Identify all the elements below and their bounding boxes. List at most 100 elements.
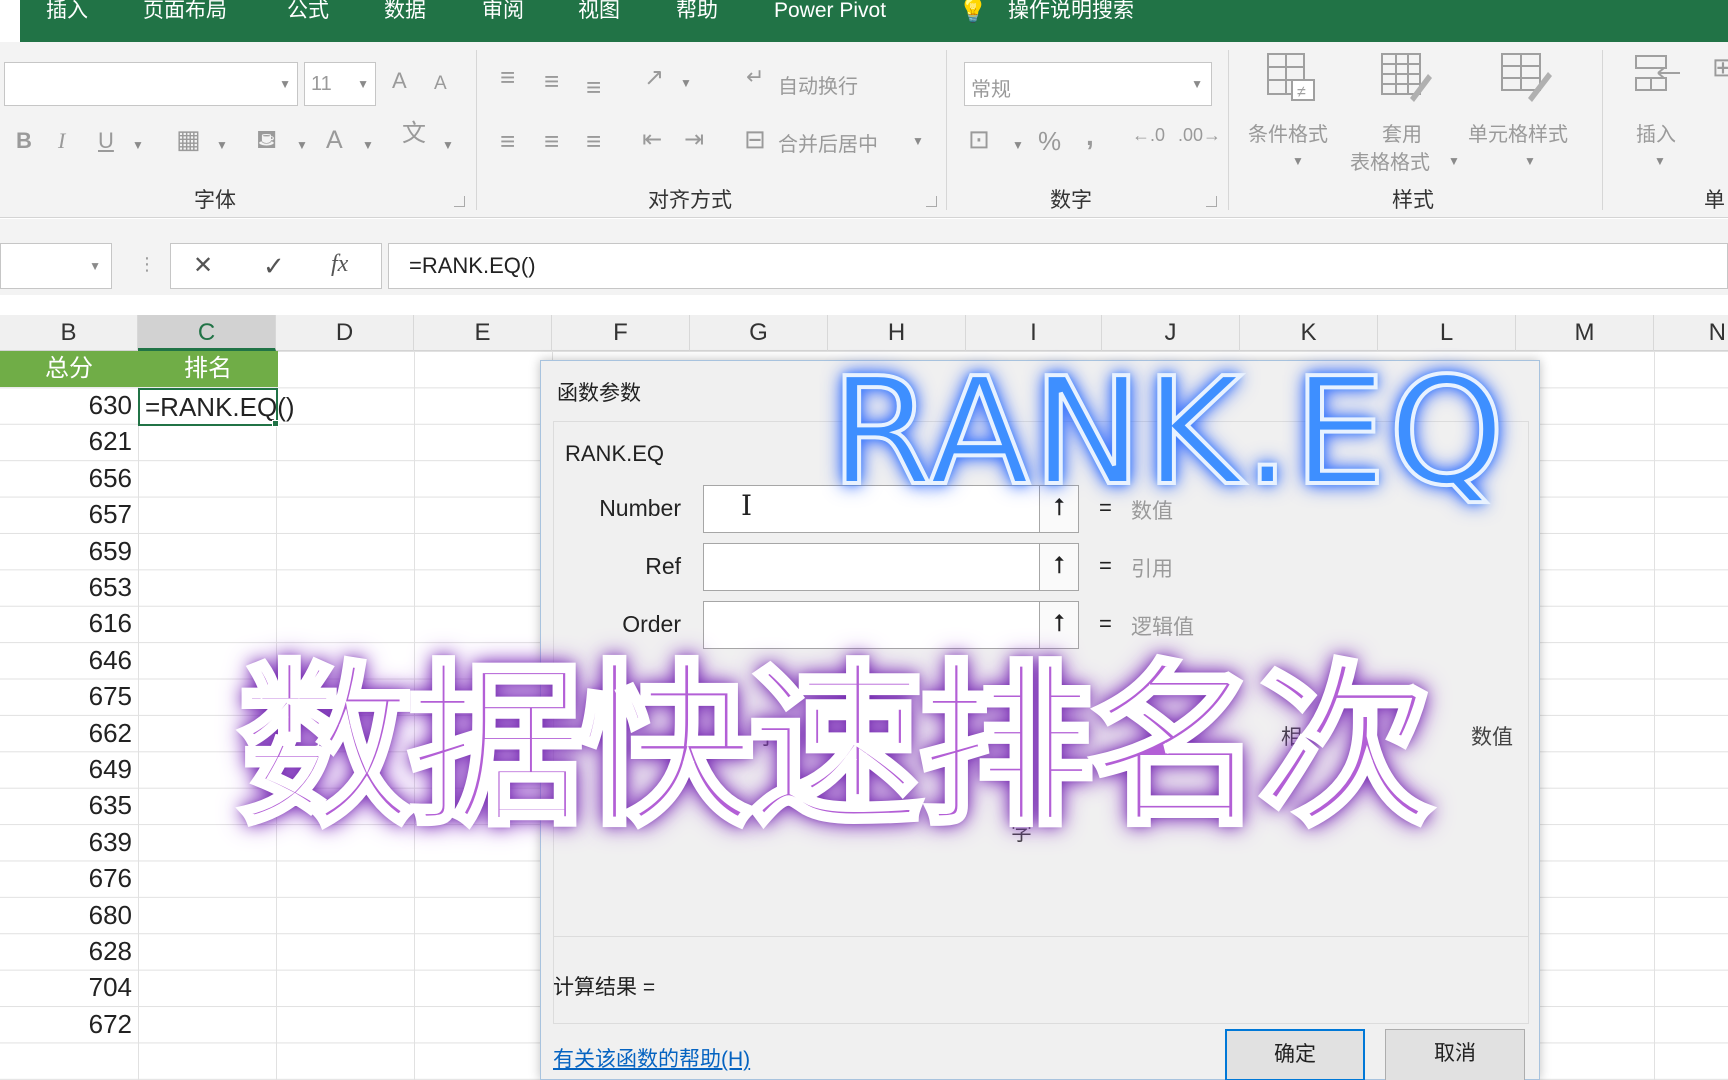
comma-style-button[interactable]: , [1086, 122, 1094, 150]
total-score-cell[interactable]: 628 [0, 933, 136, 969]
font-dialog-launcher-icon[interactable] [454, 196, 465, 207]
arg-input-order[interactable] [703, 601, 1043, 649]
total-score-cell[interactable]: 680 [0, 897, 136, 933]
total-score-cell[interactable]: 657 [0, 496, 136, 532]
shrink-font-icon[interactable]: A [434, 74, 447, 93]
align-bottom-icon[interactable]: ≡ [586, 74, 601, 100]
tab-data[interactable]: 数据 [384, 0, 426, 28]
total-score-cell[interactable]: 662 [0, 715, 136, 751]
tab-formulas[interactable]: 公式 [287, 0, 329, 28]
orientation-icon[interactable]: ↗ [644, 66, 664, 90]
borders-icon[interactable]: ▦ [176, 126, 201, 152]
arg-input-ref[interactable] [703, 543, 1043, 591]
alignment-dialog-launcher-icon[interactable] [926, 196, 937, 207]
merge-center-button[interactable]: 合并后居中 [778, 128, 878, 157]
cell-styles-icon[interactable] [1500, 52, 1552, 104]
tab-help[interactable]: 帮助 [676, 0, 718, 28]
total-score-cell[interactable]: 616 [0, 605, 136, 641]
total-score-cell[interactable]: 704 [0, 969, 136, 1005]
bold-button[interactable]: B [16, 130, 32, 152]
chevron-down-icon[interactable]: ▼ [132, 138, 144, 152]
total-score-cell[interactable]: 676 [0, 860, 136, 896]
chevron-down-icon[interactable]: ▼ [1292, 154, 1304, 168]
chevron-down-icon[interactable]: ▼ [680, 76, 692, 90]
number-dialog-launcher-icon[interactable] [1206, 196, 1217, 207]
wrap-text-button[interactable]: 自动换行 [778, 70, 858, 99]
tab-review[interactable]: 审阅 [482, 0, 524, 28]
number-format-select[interactable]: 常规 ▼ [964, 62, 1212, 106]
total-score-cell[interactable]: 630 [0, 387, 136, 423]
phonetic-guide-icon[interactable]: 文 [402, 122, 426, 146]
chevron-down-icon[interactable]: ▼ [362, 138, 374, 152]
wrap-text-icon[interactable]: ↵ [746, 66, 764, 88]
merge-center-icon[interactable]: ⊟ [744, 126, 766, 152]
italic-button[interactable]: I [58, 130, 65, 152]
total-score-cell[interactable]: 646 [0, 642, 136, 678]
chevron-down-icon[interactable]: ▼ [912, 134, 924, 148]
total-score-cell[interactable]: 659 [0, 533, 136, 569]
lightbulb-icon[interactable]: 💡 [958, 0, 988, 28]
column-header-f[interactable]: F [552, 315, 690, 351]
align-left-icon[interactable]: ≡ [500, 128, 515, 154]
chevron-down-icon[interactable]: ▼ [1448, 154, 1460, 168]
column-header-n[interactable]: N [1654, 315, 1728, 351]
format-as-table-line2[interactable]: 表格格式 [1350, 146, 1430, 175]
delete-cells-icon[interactable]: ⊞ [1712, 54, 1728, 80]
header-cell-rank[interactable]: 排名 [138, 351, 278, 387]
chevron-down-icon[interactable]: ▼ [296, 138, 308, 152]
conditional-formatting-icon[interactable]: ≠ [1266, 52, 1318, 104]
fill-color-icon[interactable]: ⛾ [256, 126, 277, 152]
align-center-icon[interactable]: ≡ [544, 128, 559, 154]
function-help-link[interactable]: 有关该函数的帮助(H) [553, 1043, 750, 1073]
active-cell[interactable]: =RANK.EQ() [138, 388, 295, 426]
tell-me-search[interactable]: 操作说明搜索 [1008, 0, 1134, 28]
increase-decimal-icon[interactable]: ←.0 [1132, 126, 1165, 144]
column-header-e[interactable]: E [414, 315, 552, 351]
column-header-d[interactable]: D [276, 315, 414, 351]
column-header-m[interactable]: M [1516, 315, 1654, 351]
total-score-cell[interactable]: 635 [0, 787, 136, 823]
total-score-cell[interactable]: 672 [0, 1006, 136, 1042]
grow-font-icon[interactable]: A [392, 70, 407, 92]
insert-cells-button[interactable]: 插入 [1636, 118, 1676, 147]
decrease-indent-icon[interactable]: ⇤ [642, 128, 662, 152]
insert-function-button[interactable]: fx [331, 252, 348, 276]
chevron-down-icon[interactable]: ▼ [442, 138, 454, 152]
total-score-cell[interactable]: 649 [0, 751, 136, 787]
font-size-select[interactable]: 11 ▼ [304, 62, 376, 106]
font-name-select[interactable]: ▼ [4, 62, 298, 106]
format-as-table-icon[interactable] [1380, 52, 1432, 104]
align-top-icon[interactable]: ≡ [500, 64, 515, 90]
align-right-icon[interactable]: ≡ [586, 128, 601, 154]
align-middle-icon[interactable]: ≡ [544, 68, 559, 94]
font-color-icon[interactable]: A [326, 128, 343, 153]
name-box[interactable]: ▼ [0, 243, 112, 289]
total-score-cell[interactable]: 675 [0, 678, 136, 714]
tab-page-layout[interactable]: 页面布局 [143, 0, 227, 28]
chevron-down-icon[interactable]: ▼ [1012, 138, 1024, 152]
conditional-formatting-button[interactable]: 条件格式 [1248, 118, 1328, 147]
decrease-decimal-icon[interactable]: .00→ [1178, 126, 1221, 144]
chevron-down-icon[interactable]: ▼ [216, 138, 228, 152]
column-header-g[interactable]: G [690, 315, 828, 351]
total-score-cell[interactable]: 656 [0, 460, 136, 496]
column-header-c[interactable]: C [138, 315, 276, 351]
column-header-b[interactable]: B [0, 315, 138, 351]
ok-button[interactable]: 确定 [1225, 1029, 1365, 1080]
percent-style-button[interactable]: % [1038, 128, 1061, 154]
increase-indent-icon[interactable]: ⇥ [684, 128, 704, 152]
underline-button[interactable]: U [98, 130, 114, 152]
fill-handle[interactable] [272, 420, 279, 427]
total-score-cell[interactable]: 653 [0, 569, 136, 605]
cell-styles-button[interactable]: 单元格样式 [1468, 118, 1568, 147]
chevron-down-icon[interactable]: ▼ [1654, 154, 1666, 168]
header-cell-total[interactable]: 总分 [0, 351, 138, 387]
insert-cells-icon[interactable] [1632, 52, 1684, 104]
collapse-dialog-button-order[interactable]: ⭡ [1039, 601, 1079, 649]
formula-input[interactable]: =RANK.EQ() [388, 243, 1728, 289]
chevron-down-icon[interactable]: ▼ [1524, 154, 1536, 168]
total-score-cell[interactable]: 621 [0, 423, 136, 459]
cancel-formula-button[interactable]: ✕ [193, 254, 213, 278]
enter-formula-button[interactable]: ✓ [263, 253, 285, 279]
total-score-cell[interactable]: 639 [0, 824, 136, 860]
